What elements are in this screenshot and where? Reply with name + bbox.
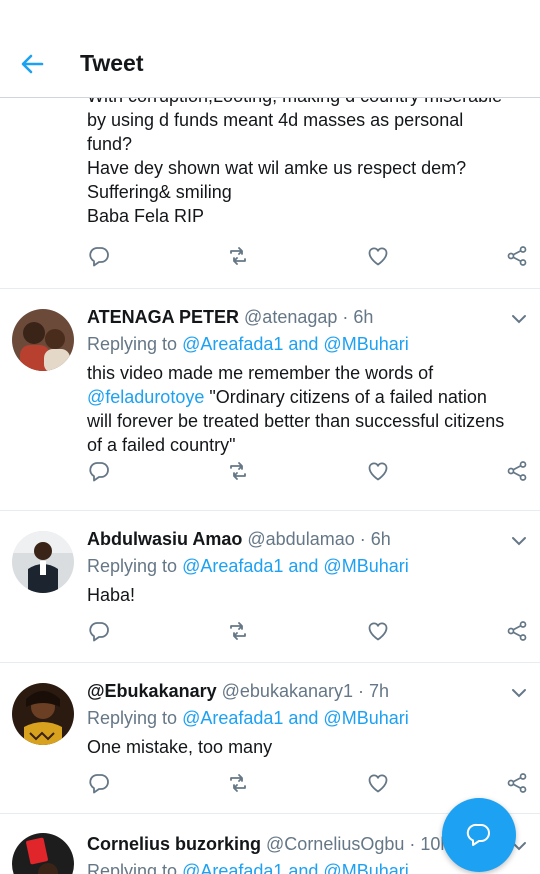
tweet-header: ATENAGA PETER @atenagap · 6h <box>87 307 373 328</box>
chevron-down-icon[interactable] <box>510 684 528 702</box>
replying-links[interactable]: @Areafada1 and @MBuhari <box>182 708 409 728</box>
handle[interactable]: @atenagap <box>244 307 337 327</box>
handle[interactable]: @CorneliusOgbu <box>266 834 404 854</box>
chevron-down-icon[interactable] <box>510 532 528 550</box>
replying-links[interactable]: @Areafada1 and @MBuhari <box>182 861 409 874</box>
text-line: by using d funds meant 4d masses as pers… <box>87 110 464 130</box>
display-name[interactable]: @Ebukakanary <box>87 681 217 701</box>
replying-to: Replying to @Areafada1 and @MBuhari <box>87 334 409 355</box>
replying-to: Replying to @Areafada1 and @MBuhari <box>87 861 409 874</box>
top-app-bar: Tweet <box>0 0 540 98</box>
retweet-icon[interactable] <box>226 771 250 795</box>
avatar[interactable] <box>12 531 74 593</box>
back-arrow-icon[interactable] <box>18 50 46 78</box>
timestamp: · 6h <box>359 529 391 549</box>
tweet-header: Cornelius buzorking @CorneliusOgbu · 10h <box>87 834 450 855</box>
tweet-actions <box>87 771 527 797</box>
retweet-icon[interactable] <box>226 244 250 268</box>
partial-tweet[interactable]: With corruption,Looting, making d countr… <box>0 98 540 289</box>
replying-to: Replying to @Areafada1 and @MBuhari <box>87 556 409 577</box>
tweet-text: With corruption,Looting, making d countr… <box>87 98 517 228</box>
tweet-text: Haba! <box>87 585 136 605</box>
heart-icon[interactable] <box>366 771 390 795</box>
retweet-icon[interactable] <box>226 459 250 483</box>
heart-icon[interactable] <box>366 619 390 643</box>
tweet-header: Abdulwasiu Amao @abdulamao · 6h <box>87 529 391 550</box>
text-line: Have dey shown wat wil amke us respect d… <box>87 158 467 178</box>
tweet-header: @Ebukakanary @ebukakanary1 · 7h <box>87 681 389 702</box>
display-name[interactable]: ATENAGA PETER <box>87 307 239 327</box>
timestamp: · 6h <box>342 307 374 327</box>
share-icon[interactable] <box>505 619 529 643</box>
reply-icon[interactable] <box>87 244 111 268</box>
compose-reply-icon <box>466 823 490 846</box>
replying-links[interactable]: @Areafada1 and @MBuhari <box>182 556 409 576</box>
text-line: will forever be treated better than succ… <box>87 411 505 431</box>
avatar[interactable] <box>12 833 74 874</box>
replying-label: Replying to <box>87 556 183 576</box>
tweet-actions <box>87 619 527 645</box>
replying-links[interactable]: @Areafada1 and @MBuhari <box>182 334 409 354</box>
replying-label: Replying to <box>87 708 183 728</box>
reply-tweet[interactable]: ATENAGA PETER @atenagap · 6h Replying to… <box>0 289 540 511</box>
text-line: this video made me remember the words of <box>87 363 434 383</box>
replying-to: Replying to @Areafada1 and @MBuhari <box>87 708 409 729</box>
heart-icon[interactable] <box>366 244 390 268</box>
text-line: With corruption,Looting, making d countr… <box>87 98 517 108</box>
display-name[interactable]: Abdulwasiu Amao <box>87 529 242 549</box>
text-line: Baba Fela RIP <box>87 206 205 226</box>
replying-label: Replying to <box>87 861 183 874</box>
reply-icon[interactable] <box>87 459 111 483</box>
replying-label: Replying to <box>87 334 183 354</box>
tweet-actions <box>87 244 527 270</box>
handle[interactable]: @abdulamao <box>247 529 354 549</box>
avatar[interactable] <box>12 683 74 745</box>
retweet-icon[interactable] <box>226 619 250 643</box>
reply-tweet[interactable]: Abdulwasiu Amao @abdulamao · 6h Replying… <box>0 511 540 663</box>
text-line: "Ordinary citizens of a failed nation <box>209 387 487 407</box>
page-title: Tweet <box>80 50 144 76</box>
tweet-text: this video made me remember the words of… <box>87 361 527 457</box>
mention-link[interactable]: @feladurotoye <box>87 387 204 407</box>
text-line: fund? <box>87 134 133 154</box>
share-icon[interactable] <box>505 459 529 483</box>
reply-icon[interactable] <box>87 619 111 643</box>
handle[interactable]: @ebukakanary1 <box>222 681 353 701</box>
compose-reply-button[interactable] <box>442 798 516 872</box>
share-icon[interactable] <box>505 771 529 795</box>
text-line: of a failed country" <box>87 435 236 455</box>
display-name[interactable]: Cornelius buzorking <box>87 834 261 854</box>
heart-icon[interactable] <box>366 459 390 483</box>
tweet-text: One mistake, too many <box>87 737 273 757</box>
timestamp: · 7h <box>358 681 390 701</box>
share-icon[interactable] <box>505 244 529 268</box>
tweet-actions <box>87 459 527 485</box>
text-line: Suffering& smiling <box>87 182 232 202</box>
avatar[interactable] <box>12 309 74 371</box>
reply-icon[interactable] <box>87 771 111 795</box>
chevron-down-icon[interactable] <box>510 310 528 328</box>
reply-tweet[interactable]: @Ebukakanary @ebukakanary1 · 7h Replying… <box>0 663 540 814</box>
reply-feed: With corruption,Looting, making d countr… <box>0 98 540 874</box>
